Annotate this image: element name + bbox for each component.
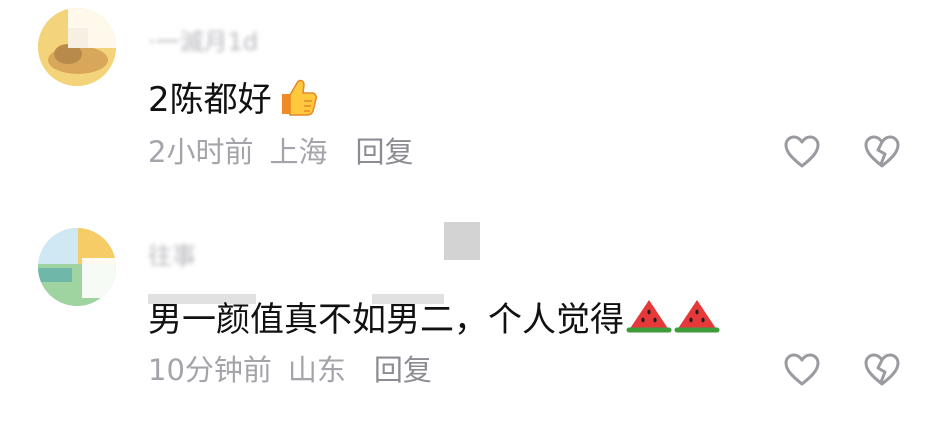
comment-meta: 10分钟前 山东 回复 bbox=[148, 350, 432, 390]
comment-item: 往事 男一颜值真不如男二，个人觉得 10分钟前 山东 回复 bbox=[0, 218, 946, 428]
comment-text-content: 男一颜值真不如男二，个人觉得 bbox=[148, 300, 624, 340]
comment-location: 山东 bbox=[287, 353, 346, 387]
mosaic-overlay bbox=[444, 222, 480, 260]
username[interactable]: ·一滅月1d bbox=[148, 22, 258, 57]
avatar[interactable] bbox=[38, 8, 116, 86]
reply-button[interactable]: 回复 bbox=[374, 353, 432, 387]
heart-icon bbox=[784, 135, 820, 168]
comment-time: 2小时前 bbox=[148, 135, 254, 169]
comment-location: 上海 bbox=[269, 135, 328, 169]
comment-text: 2陈都好 bbox=[148, 74, 318, 129]
comment-time: 10分钟前 bbox=[148, 353, 272, 387]
broken-heart-icon bbox=[864, 353, 900, 386]
avatar-image bbox=[38, 228, 116, 306]
dislike-button[interactable] bbox=[862, 132, 902, 172]
comment-text: 男一颜值真不如男二，个人觉得 bbox=[148, 296, 720, 347]
broken-heart-icon bbox=[864, 135, 900, 168]
heart-icon bbox=[784, 353, 820, 386]
like-button[interactable] bbox=[782, 350, 822, 390]
comment-text-content: 2陈都好 bbox=[148, 80, 272, 120]
dislike-button[interactable] bbox=[862, 350, 902, 390]
reply-button[interactable]: 回复 bbox=[355, 135, 413, 169]
watermelon-icon bbox=[626, 296, 672, 347]
avatar[interactable] bbox=[38, 228, 116, 306]
avatar-image bbox=[38, 8, 116, 86]
comment-item: ·一滅月1d 2陈都好 2小时前 上海 回复 bbox=[0, 0, 946, 210]
username[interactable]: 往事 bbox=[148, 236, 196, 271]
watermelon-icon bbox=[674, 296, 720, 347]
thumbs-up-icon bbox=[274, 74, 318, 129]
like-button[interactable] bbox=[782, 132, 822, 172]
comment-meta: 2小时前 上海 回复 bbox=[148, 132, 413, 172]
